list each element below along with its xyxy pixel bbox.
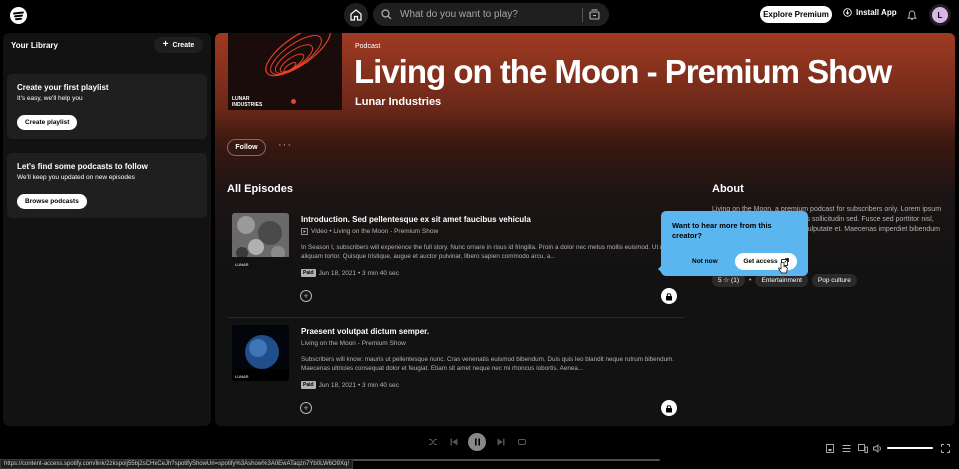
separator-dot: •	[749, 276, 752, 284]
episode-title[interactable]: Praesent volutpat dictum semper.	[301, 327, 429, 336]
show-type-label: Podcast	[355, 43, 381, 50]
library-title[interactable]: Your Library	[11, 41, 58, 50]
tag-pop-culture[interactable]: Pop culture	[811, 273, 857, 287]
home-icon	[350, 9, 362, 21]
volume-icon[interactable]	[873, 444, 883, 453]
next-icon[interactable]	[496, 437, 506, 447]
episode-title[interactable]: Introduction. Sed pellentesque ex sit am…	[301, 215, 531, 224]
show-author-link[interactable]: Lunar Industries	[355, 96, 441, 108]
previous-icon[interactable]	[449, 437, 459, 447]
episode-show-line: Video • Living on the Moon - Premium Sho…	[301, 228, 438, 235]
install-app-label: Install App	[856, 8, 897, 17]
add-episode-icon[interactable]: +	[300, 402, 312, 414]
episode-thumbnail: LUNAR	[232, 325, 289, 381]
card-subtitle: We'll keep you updated on new episodes	[17, 174, 135, 181]
hand-cursor-icon	[778, 261, 788, 279]
profile-button[interactable]: L	[929, 4, 951, 26]
card-title: Let's find some podcasts to follow	[17, 162, 148, 171]
play-pause-button[interactable]	[468, 433, 486, 451]
episode-meta: Paid Jun 18, 2021 • 3 min 40 sec	[301, 381, 399, 389]
spotify-mini-logo-icon	[291, 99, 296, 104]
about-heading: About	[712, 183, 744, 195]
video-icon	[301, 228, 308, 235]
repeat-icon[interactable]	[517, 437, 527, 447]
episode-description: In Season I, subscribers will experience…	[301, 244, 671, 261]
episode-show-name: Video • Living on the Moon - Premium Sho…	[311, 228, 439, 235]
bell-icon	[906, 10, 918, 20]
create-playlist-card: Create your first playlist It's easy, we…	[7, 74, 207, 139]
episode-description: Subscribers will know: mauris ut pellent…	[301, 356, 675, 373]
progress-bar[interactable]	[320, 459, 660, 461]
episode-thumbnail: LUNAR	[232, 213, 289, 269]
search-input[interactable]: What do you want to play?	[400, 9, 582, 20]
episode-date-duration: Jun 18, 2021 • 3 min 40 sec	[318, 381, 399, 389]
episode-meta: Paid Jun 18, 2021 • 3 min 40 sec	[301, 269, 399, 277]
connect-device-icon[interactable]	[858, 444, 868, 453]
library-sidebar: Your Library + Create Create your first …	[3, 33, 211, 426]
notifications-button[interactable]	[906, 8, 918, 26]
fullscreen-icon[interactable]	[941, 444, 950, 453]
show-cover-image: LUNAR INDUSTRIES	[228, 33, 342, 110]
episode-show-name: Living on the Moon - Premium Show	[301, 340, 406, 347]
create-label: Create	[172, 41, 195, 49]
create-button[interactable]: + Create	[154, 37, 203, 53]
lock-icon[interactable]	[661, 288, 677, 304]
episode-show-line: Living on the Moon - Premium Show	[301, 340, 406, 347]
svg-text:LUNAR: LUNAR	[235, 374, 249, 379]
browse-podcasts-button[interactable]: Browse podcasts	[17, 194, 87, 209]
download-icon	[843, 8, 852, 17]
main-view: LUNAR INDUSTRIES Podcast Living on the M…	[215, 33, 955, 426]
episodes-heading: All Episodes	[227, 183, 294, 195]
status-bar-url: https://content-access.spotify.com/link/…	[0, 459, 353, 469]
follow-button[interactable]: Follow	[227, 139, 266, 156]
create-playlist-button[interactable]: Create playlist	[17, 115, 78, 130]
popover-question: Want to hear more from this creator?	[672, 221, 772, 240]
browse-podcasts-card: Let's find some podcasts to follow We'll…	[7, 153, 207, 218]
shuffle-icon[interactable]	[428, 437, 438, 447]
browse-icon	[589, 9, 600, 20]
episode-divider	[227, 317, 685, 318]
more-options-icon[interactable]: ···	[278, 139, 292, 151]
episode-date-duration: Jun 18, 2021 • 3 min 40 sec	[318, 269, 399, 277]
card-subtitle: It's easy, we'll help you	[17, 95, 83, 102]
page-title: Living on the Moon - Premium Show	[354, 53, 892, 90]
card-title: Create your first playlist	[17, 83, 109, 92]
search-bar[interactable]: What do you want to play?	[373, 3, 609, 26]
plus-icon: +	[162, 39, 169, 50]
search-icon	[381, 9, 392, 20]
get-access-label: Get access	[743, 258, 778, 265]
install-app-button[interactable]: Install App	[843, 8, 897, 17]
not-now-button[interactable]: Not now	[692, 258, 718, 265]
pause-icon	[474, 438, 480, 446]
add-episode-icon[interactable]: +	[300, 290, 312, 302]
home-button[interactable]	[344, 3, 368, 27]
spotify-logo-icon[interactable]	[10, 7, 27, 24]
cover-label: LUNAR INDUSTRIES	[232, 96, 263, 108]
now-playing-view-icon[interactable]	[826, 444, 834, 453]
paid-badge: Paid	[301, 269, 316, 277]
svg-text:LUNAR: LUNAR	[235, 262, 249, 267]
top-bar: What do you want to play? Explore Premiu…	[0, 0, 959, 30]
lock-icon[interactable]	[661, 400, 677, 416]
browse-button[interactable]	[582, 7, 600, 22]
volume-slider[interactable]	[887, 447, 933, 449]
paid-badge: Paid	[301, 381, 316, 389]
queue-icon[interactable]	[842, 444, 851, 453]
explore-premium-button[interactable]: Explore Premium	[760, 6, 832, 23]
avatar: L	[932, 7, 948, 23]
